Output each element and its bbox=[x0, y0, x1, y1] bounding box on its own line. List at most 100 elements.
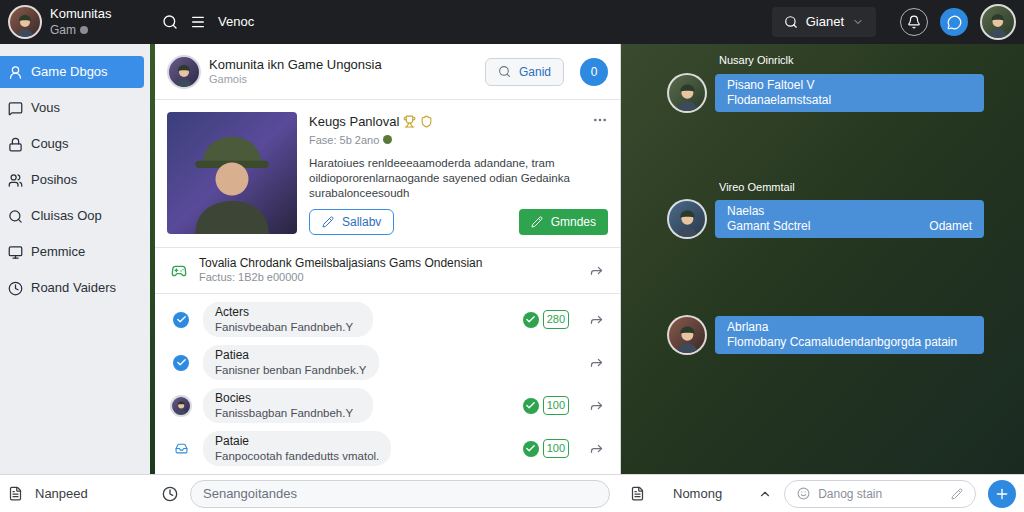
bottom-middle-label[interactable]: Nomong bbox=[673, 484, 722, 504]
badge-icon bbox=[420, 115, 433, 128]
thread-header: Tovalia Chrodank Gmeilsbaljasians Gams O… bbox=[155, 248, 620, 294]
chat-label: Vireo Oemmtail bbox=[667, 179, 984, 196]
person-icon bbox=[985, 12, 1011, 38]
reply-row[interactable]: BociesFanissbagban Fandnbeh.Y100 bbox=[155, 388, 620, 423]
thread-title: Tovalia Chrodank Gmeilsbaljasians Gams O… bbox=[199, 256, 577, 271]
chat-text: Gamant Sdctrel bbox=[727, 219, 921, 234]
game-panel: Nusary Oinriclk Pisano Faltoel VFlodanael… bbox=[621, 44, 1024, 474]
person-icon bbox=[673, 82, 702, 111]
primary-button[interactable]: Gmndes bbox=[519, 209, 608, 235]
count-badge[interactable]: 0 bbox=[580, 58, 608, 86]
check-icon bbox=[173, 355, 189, 371]
chat-label: Nusary Oinriclk bbox=[667, 52, 984, 69]
bell-icon bbox=[907, 15, 921, 29]
reply-bubble: PataieFanpocootah fandedutts vmatol. bbox=[203, 431, 391, 466]
chat-avatar bbox=[667, 199, 707, 239]
chat-bubble[interactable]: NaelasGamant Sdctrel Odamet bbox=[715, 200, 984, 238]
reply-avatar bbox=[170, 395, 192, 417]
sidebar-item-icon bbox=[8, 101, 23, 116]
chat-text: Flodanaelamstsatal bbox=[727, 93, 972, 108]
menu-label[interactable]: Venoc bbox=[218, 12, 254, 32]
main-panel: Komunita ikn Game UngonsiaGamoisGanid0Ke… bbox=[155, 44, 621, 474]
chat-message: AbrlanaFlomobany Ccamaludendanbgorgda pa… bbox=[667, 315, 984, 355]
chevron-down-icon bbox=[852, 16, 864, 28]
sidebar-item[interactable]: Vous bbox=[0, 92, 150, 124]
approved-icon bbox=[523, 441, 539, 457]
chevron-up-icon[interactable] bbox=[758, 487, 772, 501]
status-field[interactable]: Danog stain bbox=[784, 480, 976, 508]
emoji-icon bbox=[797, 487, 810, 500]
notification-button[interactable] bbox=[900, 8, 928, 36]
share-icon[interactable] bbox=[589, 312, 604, 327]
clock-icon[interactable] bbox=[162, 486, 178, 502]
document-icon[interactable] bbox=[630, 486, 645, 501]
sidebar-item[interactable]: Roand Vaiders bbox=[0, 272, 150, 304]
sidebar-item-icon bbox=[8, 173, 23, 188]
group-header: Komunita ikn Game UngonsiaGamoisGanid0 bbox=[155, 44, 620, 100]
post-title: Keugs Panloval bbox=[309, 112, 399, 132]
group-search-button[interactable]: Ganid bbox=[485, 58, 564, 86]
feed-icon bbox=[8, 486, 23, 501]
thread-meta: Factus: 1B2b e00000 bbox=[199, 271, 577, 285]
sidebar-item[interactable]: Cluisas Oop bbox=[0, 200, 150, 232]
chat-message: Vireo Oemmtail NaelasGamant Sdctrel Odamet bbox=[667, 179, 984, 240]
sidebar-item[interactable]: Posihos bbox=[0, 164, 150, 196]
person-icon bbox=[673, 324, 702, 353]
person-icon bbox=[673, 208, 702, 237]
sidebar-item-icon bbox=[8, 245, 23, 260]
more-icon[interactable] bbox=[592, 112, 608, 128]
reply-bubble: BociesFanissbagban Fandnbeh.Y bbox=[203, 388, 373, 423]
chat-bubble[interactable]: Pisano Faltoel VFlodanaelamstsatal bbox=[715, 74, 984, 112]
badge-icon bbox=[175, 442, 188, 455]
plus-icon bbox=[994, 486, 1010, 502]
thread-icon bbox=[171, 263, 187, 279]
add-button[interactable] bbox=[988, 480, 1016, 508]
check-icon bbox=[173, 312, 189, 328]
sidebar-item-icon bbox=[8, 209, 23, 224]
person-icon bbox=[174, 400, 188, 414]
user-avatar bbox=[980, 4, 1016, 40]
brand[interactable]: KomunitasGam bbox=[8, 5, 150, 39]
pencil-icon bbox=[322, 216, 334, 228]
sidebar-item[interactable]: Cougs bbox=[0, 128, 150, 160]
chat-time: Odamet bbox=[929, 219, 972, 234]
secondary-button[interactable]: Sallabv bbox=[309, 209, 394, 235]
sidebar-item[interactable]: Pemmice bbox=[0, 236, 150, 268]
chat-bubble[interactable]: AbrlanaFlomobany Ccamaludendanbgorgda pa… bbox=[715, 316, 984, 354]
share-icon[interactable] bbox=[589, 441, 604, 456]
status-dot-icon bbox=[80, 26, 88, 34]
share-icon[interactable] bbox=[589, 263, 604, 278]
chat-message: Nusary Oinriclk Pisano Faltoel VFlodanael… bbox=[667, 52, 984, 113]
sidebar-item[interactable]: Game Dbgos bbox=[0, 56, 144, 88]
reply-text: Fanisner benban Fandnbek.Y bbox=[215, 363, 367, 377]
menu-icon[interactable] bbox=[190, 14, 206, 30]
top-search[interactable]: Gianet bbox=[772, 7, 876, 37]
brand-avatar bbox=[8, 5, 42, 39]
post-description: Haratoiues renldeeeaamoderda adandane, t… bbox=[309, 156, 608, 201]
reply-row[interactable]: PatieaFanisner benban Fandnbek.Y bbox=[155, 345, 620, 380]
trophy-icon bbox=[403, 115, 416, 128]
reply-text: Fanissbagban Fandnbeh.Y bbox=[215, 406, 361, 420]
search-icon[interactable] bbox=[162, 14, 178, 30]
pencil-icon bbox=[951, 488, 963, 500]
reply-row[interactable]: ActersFanisvbeaban Fandnbeh.Y280 bbox=[155, 302, 620, 337]
sidebar-item-icon bbox=[8, 65, 23, 80]
brand-title: Komunitas bbox=[50, 6, 111, 22]
message-input[interactable] bbox=[190, 480, 610, 508]
reply-name: Bocies bbox=[215, 391, 361, 406]
chat-name: Naelas bbox=[727, 204, 972, 219]
share-icon[interactable] bbox=[589, 398, 604, 413]
pencil-icon bbox=[531, 216, 543, 228]
reply-count: 280 bbox=[543, 310, 569, 329]
share-icon[interactable] bbox=[589, 355, 604, 370]
reply-row[interactable]: PataieFanpocootah fandedutts vmatol.100 bbox=[155, 431, 620, 466]
reply-text: Fanpocootah fandedutts vmatol. bbox=[215, 449, 379, 463]
chat-name: Pisano Faltoel V bbox=[727, 78, 972, 93]
approved-icon bbox=[523, 398, 539, 414]
group-avatar bbox=[167, 55, 201, 89]
chat-button[interactable] bbox=[940, 8, 968, 36]
post-image bbox=[167, 112, 297, 234]
app-window: KomunitasGam Venoc Gianet Game Dbgos Vous Cou… bbox=[0, 0, 1024, 512]
chat-avatar bbox=[667, 73, 707, 113]
bottom-left-label[interactable]: Nanpeed bbox=[35, 484, 88, 504]
